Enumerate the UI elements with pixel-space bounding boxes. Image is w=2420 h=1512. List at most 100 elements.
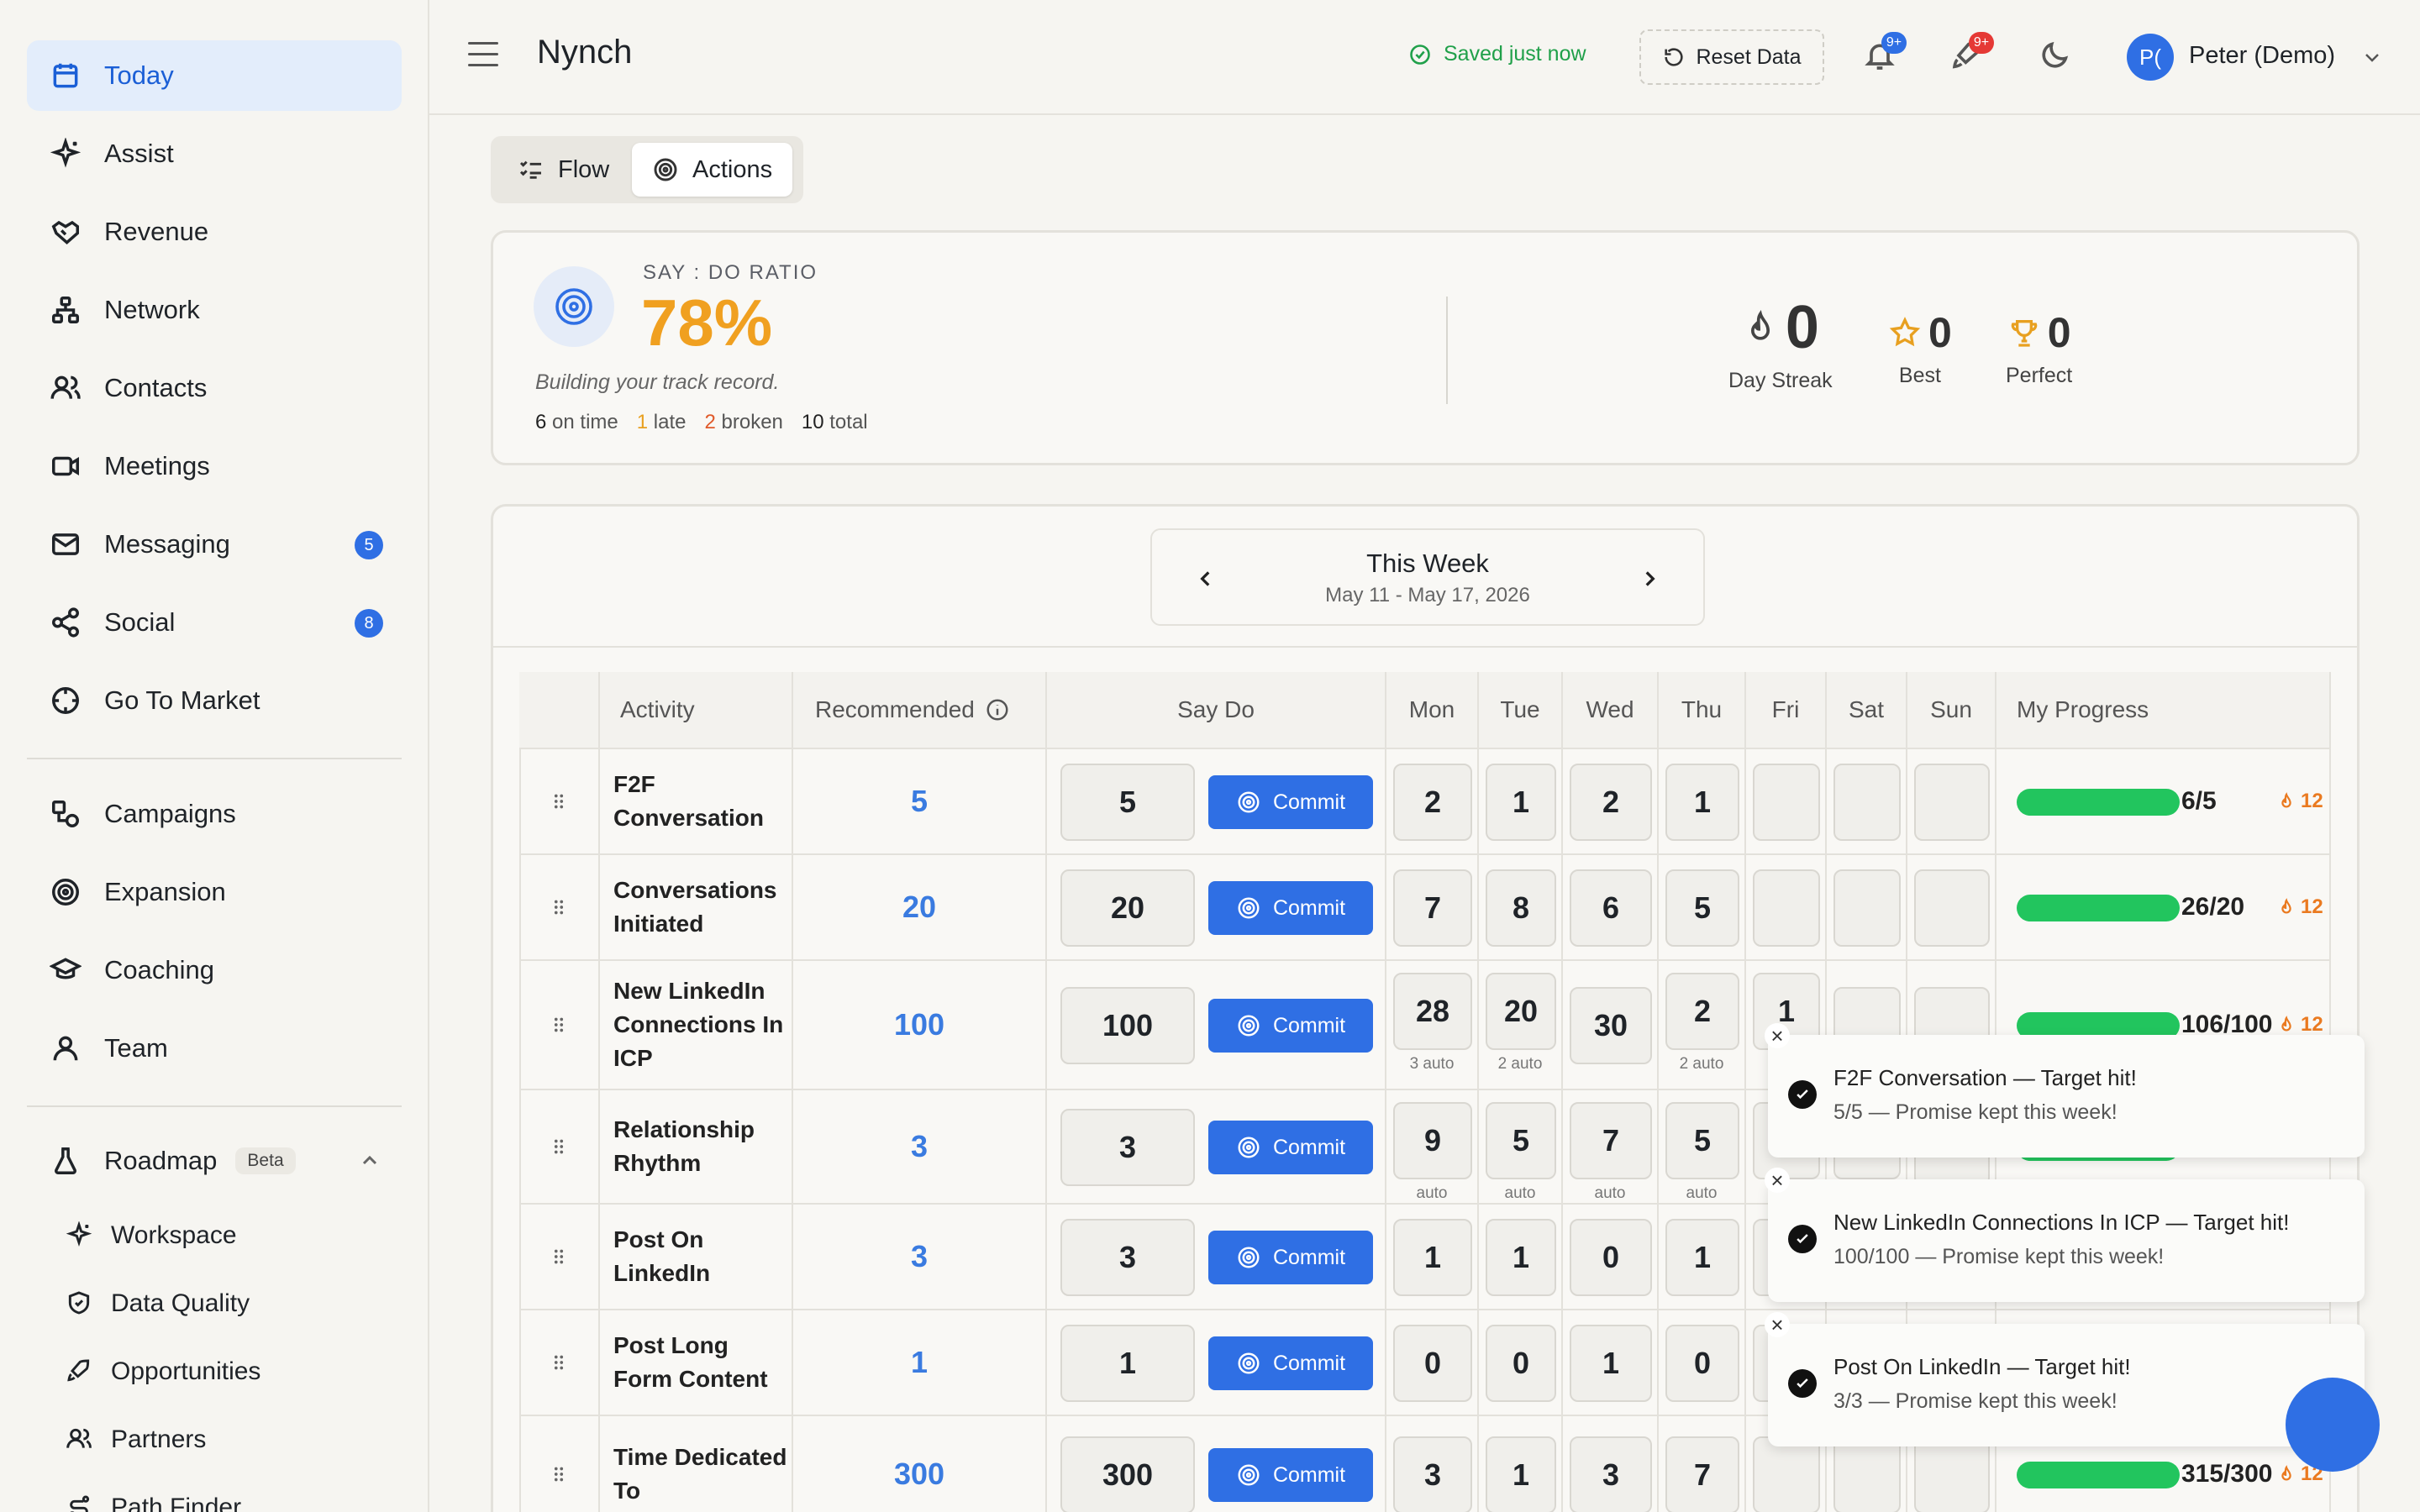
sidebar-subitem-opportunities[interactable]: Opportunities [66, 1347, 260, 1397]
sidebar-item-coaching[interactable]: Coaching [27, 935, 402, 1005]
sidebar-subitem-partners[interactable]: Partners [66, 1415, 206, 1465]
day-input[interactable]: 7 [1393, 869, 1472, 947]
sidebar-item-revenue[interactable]: Revenue [27, 197, 402, 267]
commit-button[interactable]: Commit [1208, 1231, 1373, 1284]
day-input[interactable]: 1 [1393, 1219, 1472, 1296]
chat-fab-button[interactable] [2286, 1378, 2380, 1472]
tab-flow[interactable]: Flow [497, 143, 629, 197]
day-input[interactable]: 0 [1393, 1325, 1472, 1402]
recommended-value: 1 [793, 1310, 1047, 1416]
sidebar-item-meetings[interactable]: Meetings [27, 431, 402, 501]
sidebar-subitem-workspace[interactable]: Workspace [66, 1210, 237, 1261]
drag-handle[interactable] [519, 1090, 600, 1205]
day-input[interactable] [1753, 869, 1820, 947]
day-input[interactable] [1833, 1436, 1901, 1512]
drag-handle[interactable] [519, 855, 600, 961]
commit-button[interactable]: Commit [1208, 1336, 1373, 1390]
reset-data-label: Reset Data [1696, 45, 1802, 69]
day-input[interactable] [1833, 764, 1901, 841]
recommended-value: 20 [793, 855, 1047, 961]
day-input[interactable]: 7 [1570, 1102, 1652, 1179]
close-icon[interactable]: × [1765, 1023, 1790, 1048]
say-do-input[interactable]: 100 [1060, 987, 1195, 1064]
day-input[interactable]: 20 [1486, 973, 1556, 1050]
day-input[interactable]: 2 [1570, 764, 1652, 841]
day-input[interactable]: 1 [1665, 1219, 1739, 1296]
day-input[interactable]: 6 [1570, 869, 1652, 947]
menu-icon[interactable] [468, 42, 498, 67]
commit-button[interactable]: Commit [1208, 999, 1373, 1053]
commit-button[interactable]: Commit [1208, 881, 1373, 935]
commit-button[interactable]: Commit [1208, 775, 1373, 829]
sidebar-item-messaging[interactable]: Messaging 5 [27, 509, 402, 580]
day-input[interactable] [1753, 1436, 1820, 1512]
say-do-input[interactable]: 5 [1060, 764, 1195, 841]
day-input[interactable]: 1 [1570, 1325, 1652, 1402]
say-do-input[interactable]: 3 [1060, 1109, 1195, 1186]
day-input[interactable]: 1 [1486, 1219, 1556, 1296]
sidebar-item-expansion[interactable]: Expansion [27, 857, 402, 927]
say-do-input[interactable]: 300 [1060, 1436, 1195, 1512]
chevron-down-icon[interactable] [2362, 47, 2382, 67]
sidebar-item-campaigns[interactable]: Campaigns [27, 779, 402, 849]
day-input[interactable] [1753, 764, 1820, 841]
day-input[interactable]: 2 [1393, 764, 1472, 841]
drag-handle[interactable] [519, 1416, 600, 1512]
dark-mode-toggle[interactable] [2038, 39, 2071, 72]
avatar[interactable]: P( [2127, 34, 2174, 81]
drag-handle[interactable] [519, 1310, 600, 1416]
week-range: May 11 - May 17, 2026 [1325, 584, 1530, 606]
say-do-input[interactable]: 20 [1060, 869, 1195, 947]
day-input[interactable]: 9 [1393, 1102, 1472, 1179]
say-do-input[interactable]: 1 [1060, 1325, 1195, 1402]
sidebar-item-contacts[interactable]: Contacts [27, 353, 402, 423]
sidebar-item-team[interactable]: Team [27, 1013, 402, 1084]
day-input[interactable]: 3 [1393, 1436, 1472, 1512]
sidebar-subitem-data-quality[interactable]: Data Quality [66, 1278, 250, 1329]
chevron-up-icon[interactable] [360, 1151, 380, 1171]
day-input[interactable]: 0 [1570, 1219, 1652, 1296]
drag-handle[interactable] [519, 749, 600, 855]
day-input[interactable]: 1 [1486, 1436, 1556, 1512]
reset-data-button[interactable]: Reset Data [1639, 29, 1824, 85]
sidebar-item-network[interactable]: Network [27, 275, 402, 345]
close-icon[interactable]: × [1765, 1312, 1790, 1337]
day-input[interactable]: 1 [1486, 764, 1556, 841]
day-input[interactable]: 0 [1665, 1325, 1739, 1402]
notifications-button[interactable]: 9+ [1863, 32, 1907, 72]
sidebar-item-roadmap[interactable]: Roadmap Beta [27, 1126, 402, 1196]
info-icon[interactable] [985, 697, 1010, 722]
day-input[interactable] [1914, 764, 1990, 841]
commit-button[interactable]: Commit [1208, 1121, 1373, 1174]
day-input[interactable] [1914, 869, 1990, 947]
day-input[interactable]: 2 [1665, 973, 1739, 1050]
tab-actions[interactable]: Actions [632, 143, 793, 197]
sidebar-item-go-to-market[interactable]: Go To Market [27, 665, 402, 736]
drag-handle[interactable] [519, 1205, 600, 1310]
day-input[interactable] [1833, 869, 1901, 947]
sidebar-item-label: Campaigns [104, 799, 236, 828]
sidebar-item-social[interactable]: Social 8 [27, 587, 402, 658]
sidebar-item-today[interactable]: Today [27, 40, 402, 111]
day-input[interactable] [1914, 1436, 1990, 1512]
day-input[interactable]: 7 [1665, 1436, 1739, 1512]
commit-button[interactable]: Commit [1208, 1448, 1373, 1502]
day-input[interactable]: 5 [1665, 869, 1739, 947]
day-input[interactable]: 28 [1393, 973, 1472, 1050]
user-menu[interactable]: Peter (Demo) [2189, 42, 2335, 70]
next-week-button[interactable] [1633, 562, 1666, 596]
sidebar-item-assist[interactable]: Assist [27, 118, 402, 189]
close-icon[interactable]: × [1765, 1168, 1790, 1193]
sidebar-item-label: Contacts [104, 373, 208, 402]
day-input[interactable]: 3 [1570, 1436, 1652, 1512]
day-input[interactable]: 5 [1665, 1102, 1739, 1179]
say-do-input[interactable]: 3 [1060, 1219, 1195, 1296]
day-input[interactable]: 5 [1486, 1102, 1556, 1179]
day-input[interactable]: 1 [1665, 764, 1739, 841]
drag-handle[interactable] [519, 961, 600, 1090]
day-input[interactable]: 0 [1486, 1325, 1556, 1402]
day-input[interactable]: 8 [1486, 869, 1556, 947]
launch-button[interactable]: 9+ [1950, 32, 1994, 72]
sidebar-subitem-path-finder[interactable]: Path Finder [66, 1483, 241, 1512]
day-input[interactable]: 30 [1570, 987, 1652, 1064]
